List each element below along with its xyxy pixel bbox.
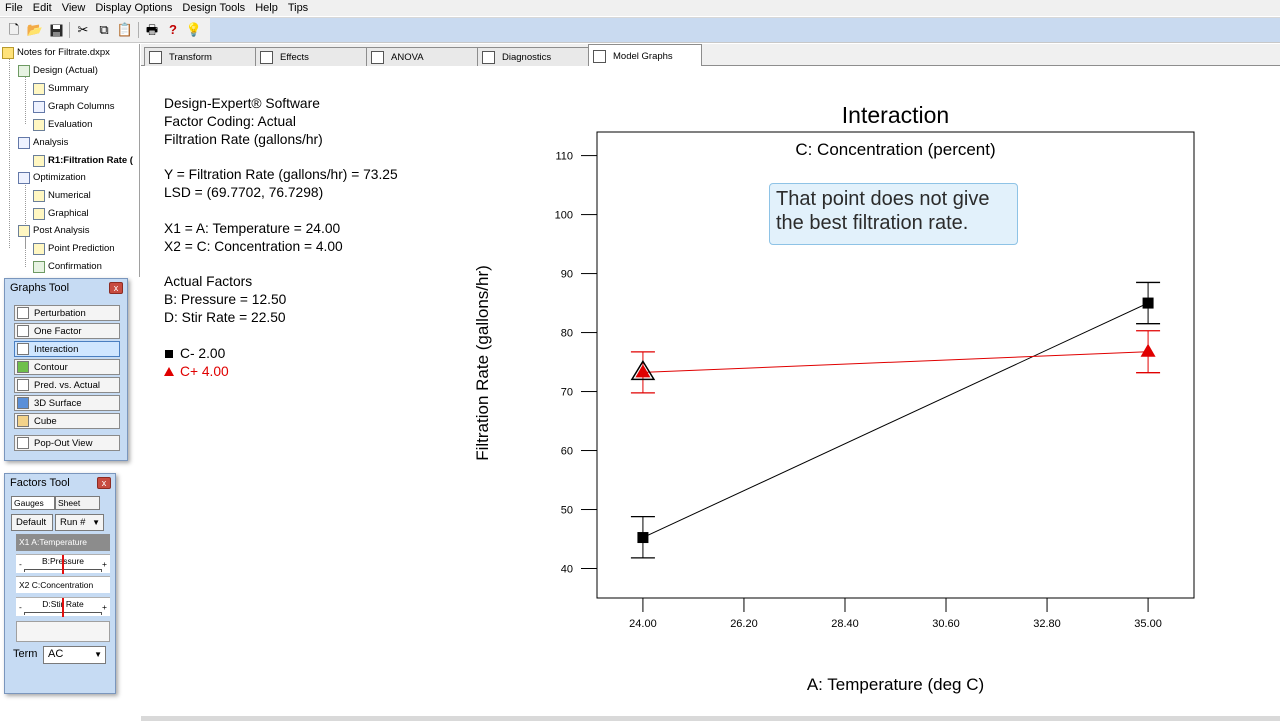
graphs-tool-titlebar[interactable]: Graphs Tool x	[5, 279, 127, 297]
contour-button[interactable]: Contour	[14, 359, 120, 375]
x-tick-label: 24.00	[629, 618, 657, 630]
factor-x1-temperature[interactable]: X1 A:Temperature	[16, 534, 110, 551]
slider-tick	[24, 569, 25, 572]
y-tick-label: 110	[555, 151, 573, 163]
pred-vs-actual-icon	[17, 379, 29, 391]
slider-thumb[interactable]	[62, 598, 64, 617]
run-select-value: Run #	[60, 517, 86, 528]
x-tick-label: 35.00	[1134, 618, 1162, 630]
y-tick-label: 60	[561, 446, 573, 458]
plus-label: +	[102, 602, 107, 612]
y-tick-label: 70	[561, 387, 573, 399]
pressure-slider[interactable]: - B:Pressure +	[16, 554, 110, 574]
button-label: Contour	[34, 361, 68, 373]
chart-subtitle: C: Concentration (percent)	[795, 140, 996, 159]
slider-tick	[101, 569, 102, 572]
one-factor-icon	[17, 325, 29, 337]
button-label: One Factor	[34, 325, 82, 337]
contour-icon	[17, 361, 29, 373]
button-label: Perturbation	[34, 307, 86, 319]
stir-rate-slider[interactable]: - D:Stir Rate +	[16, 597, 110, 617]
perturbation-icon	[17, 307, 29, 319]
x-tick-label: 30.60	[932, 618, 960, 630]
factors-tool-titlebar[interactable]: Factors Tool x	[5, 474, 115, 492]
chevron-down-icon: ▼	[94, 650, 102, 659]
default-button[interactable]: Default	[11, 514, 53, 531]
interaction-icon	[17, 343, 29, 355]
slider-tick	[101, 612, 102, 615]
term-label: Term	[13, 648, 38, 660]
chevron-down-icon: ▼	[92, 518, 100, 527]
y-tick-label: 90	[561, 269, 573, 281]
x-axis-label: A: Temperature (deg C)	[806, 675, 985, 694]
data-point-square	[1142, 297, 1154, 309]
interaction-button[interactable]: Interaction	[14, 341, 120, 357]
x-tick-label: 32.80	[1033, 618, 1061, 630]
app-window: File Edit View Display Options Design To…	[0, 0, 1280, 721]
y-tick-label: 80	[561, 328, 573, 340]
one-factor-button[interactable]: One Factor	[14, 323, 120, 339]
plus-label: +	[102, 559, 107, 569]
3d-surface-icon	[17, 397, 29, 409]
annotation-callout: That point does not give the best filtra…	[769, 183, 1018, 245]
graphs-tool-window: Graphs Tool x Perturbation One Factor In…	[4, 278, 128, 461]
data-point-square	[637, 532, 649, 544]
pred-vs-actual-button[interactable]: Pred. vs. Actual	[14, 377, 120, 393]
x-tick-label: 26.20	[730, 618, 758, 630]
perturbation-button[interactable]: Perturbation	[14, 305, 120, 321]
callout-line-2: the best filtration rate.	[776, 212, 969, 234]
series-line-0	[642, 302, 1149, 538]
data-point-triangle	[1140, 343, 1156, 357]
button-label: Pred. vs. Actual	[34, 379, 101, 391]
factor-x2-concentration[interactable]: X2 C:Concentration	[16, 576, 110, 593]
cube-icon	[17, 415, 29, 427]
factor-blank-area	[16, 621, 110, 642]
series-line-1	[642, 351, 1149, 373]
button-label: Cube	[34, 415, 57, 427]
tab-gauges[interactable]: Gauges	[11, 496, 55, 510]
factors-tool-title: Factors Tool	[10, 477, 70, 489]
close-icon[interactable]: x	[97, 477, 111, 489]
callout-line-1: That point does not give	[776, 188, 990, 210]
x-tick-label: 28.40	[831, 618, 859, 630]
3d-surface-button[interactable]: 3D Surface	[14, 395, 120, 411]
cube-button[interactable]: Cube	[14, 413, 120, 429]
slider-tick	[24, 612, 25, 615]
run-number-select[interactable]: Run # ▼	[55, 514, 104, 531]
horizontal-scrollbar[interactable]	[141, 716, 1280, 721]
slider-thumb[interactable]	[62, 555, 64, 574]
close-icon[interactable]: x	[109, 282, 123, 294]
button-label: Interaction	[34, 343, 79, 355]
y-axis-label: Filtration Rate (gallons/hr)	[473, 265, 492, 461]
pop-out-view-button[interactable]: Pop-Out View	[14, 435, 120, 451]
y-tick-label: 40	[561, 564, 573, 576]
button-label: 3D Surface	[34, 397, 82, 409]
graphs-tool-title: Graphs Tool	[10, 282, 70, 294]
chart-title: Interaction	[841, 102, 950, 128]
factors-tool-window: Factors Tool x Gauges Sheet Default Run …	[4, 473, 116, 694]
y-tick-label: 100	[555, 210, 573, 222]
pop-out-icon	[17, 437, 29, 449]
tab-sheet[interactable]: Sheet	[55, 496, 100, 510]
term-select-value: AC	[48, 648, 64, 660]
term-select[interactable]: AC ▼	[43, 646, 106, 664]
button-label: Pop-Out View	[34, 437, 93, 449]
y-tick-label: 50	[561, 505, 573, 517]
